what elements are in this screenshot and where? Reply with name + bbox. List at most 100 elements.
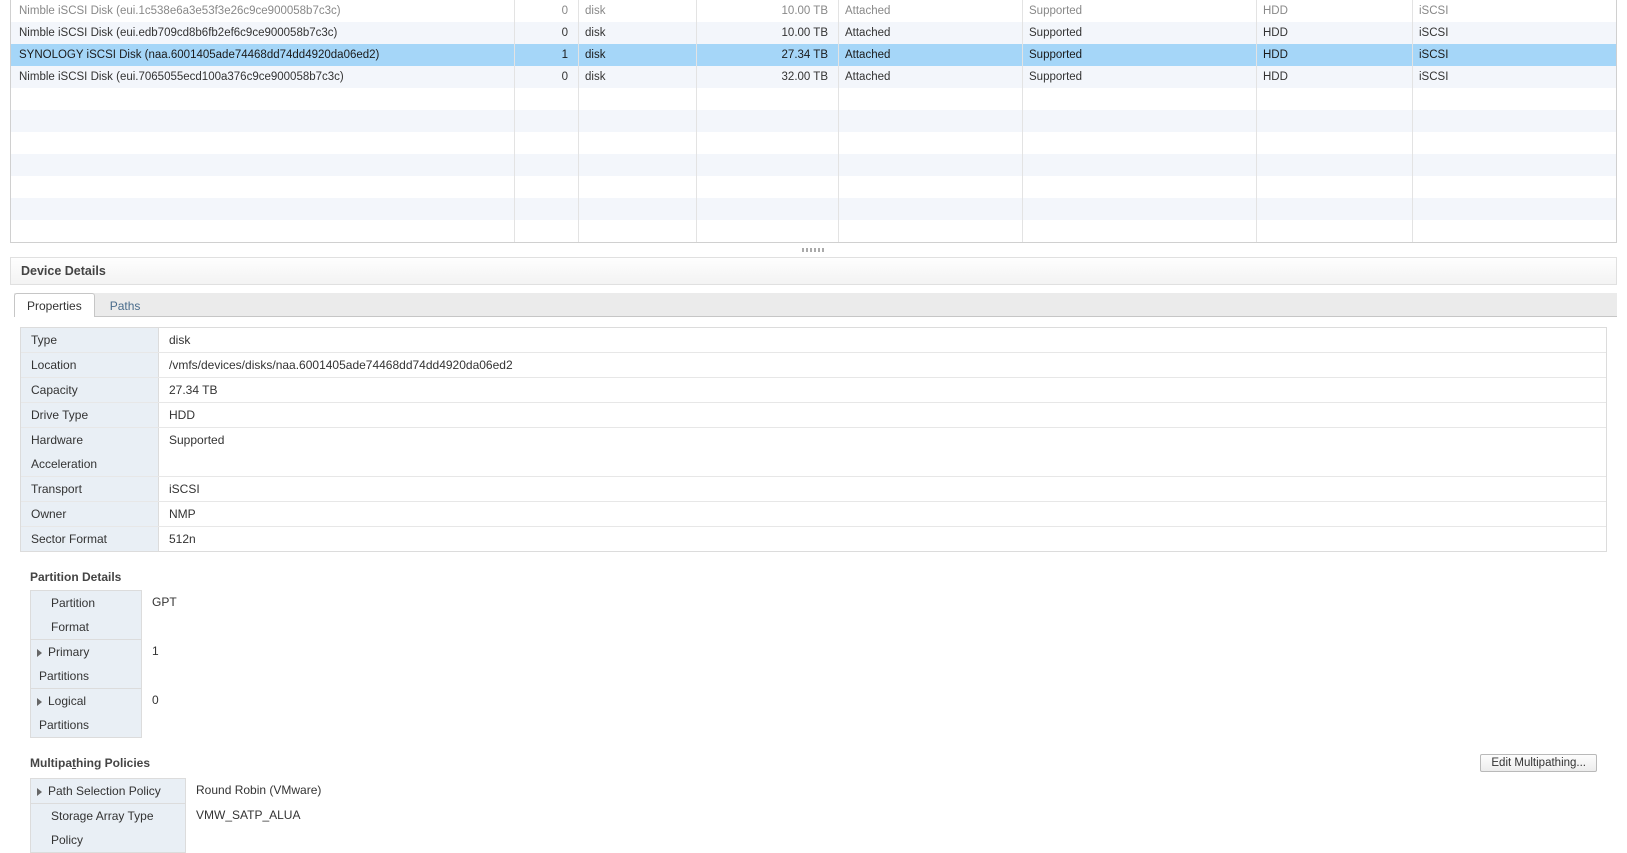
prop-value: iSCSI	[159, 477, 1606, 501]
prop-row: Typedisk	[21, 328, 1606, 353]
empty-cell: .	[1257, 110, 1413, 132]
table-row[interactable]: SYNOLOGY iSCSI Disk (naa.6001405ade74468…	[11, 44, 1616, 66]
prop-label: Drive Type	[21, 403, 159, 427]
empty-cell: .	[1023, 88, 1257, 110]
empty-cell: .	[697, 220, 839, 242]
empty-cell: .	[839, 132, 1023, 154]
empty-cell: .	[1023, 110, 1257, 132]
partition-value: 0	[142, 688, 169, 738]
lun-cell: 0	[515, 0, 579, 22]
prop-value: Supported	[159, 428, 1606, 476]
hw-accel-cell: Supported	[1023, 44, 1257, 66]
empty-cell: .	[697, 88, 839, 110]
empty-cell: .	[839, 154, 1023, 176]
empty-cell: .	[839, 110, 1023, 132]
multipathing-table: Path Selection PolicyRound Robin (VMware…	[30, 778, 1597, 853]
type-cell: disk	[579, 22, 697, 44]
table-row[interactable]: Nimble iSCSI Disk (eui.edb709cd8b6fb2ef6…	[11, 22, 1616, 44]
empty-cell: .	[1413, 154, 1616, 176]
status-cell: Attached	[839, 66, 1023, 88]
chevron-right-icon[interactable]	[37, 788, 42, 796]
type-cell: disk	[579, 66, 697, 88]
partition-row[interactable]: Logical Partitions0	[30, 688, 1597, 738]
multipath-row: Storage Array Type PolicyVMW_SATP_ALUA	[30, 803, 1597, 853]
prop-value: HDD	[159, 403, 1606, 427]
device-name-cell: Nimble iSCSI Disk (eui.1c538e6a3e53f3e26…	[11, 0, 515, 22]
hw-accel-cell: Supported	[1023, 66, 1257, 88]
partition-details-title: Partition Details	[10, 566, 1617, 590]
type-cell: disk	[579, 0, 697, 22]
partition-value: 1	[142, 639, 169, 688]
tab-content-properties: TypediskLocation/vmfs/devices/disks/naa.…	[10, 317, 1617, 853]
capacity-cell: 10.00 TB	[697, 22, 839, 44]
chevron-right-icon[interactable]	[37, 649, 42, 657]
prop-value: 27.34 TB	[159, 378, 1606, 402]
prop-row: Sector Format512n	[21, 527, 1606, 551]
partition-row: Partition FormatGPT	[30, 590, 1597, 639]
details-tabs: Properties Paths	[14, 293, 1617, 317]
lun-cell: 0	[515, 66, 579, 88]
empty-cell: .	[1257, 154, 1413, 176]
drive-type-cell: HDD	[1257, 44, 1413, 66]
lun-cell: 1	[515, 44, 579, 66]
empty-cell: .	[1257, 198, 1413, 220]
device-details-title: Device Details	[10, 257, 1617, 285]
multipath-row[interactable]: Path Selection PolicyRound Robin (VMware…	[30, 778, 1597, 803]
empty-cell: .	[697, 176, 839, 198]
hw-accel-cell: Supported	[1023, 0, 1257, 22]
properties-table: TypediskLocation/vmfs/devices/disks/naa.…	[20, 327, 1607, 552]
grip-icon	[802, 248, 826, 252]
transport-cell: iSCSI	[1413, 66, 1616, 88]
empty-cell: .	[1413, 88, 1616, 110]
empty-cell: .	[839, 198, 1023, 220]
empty-cell: .	[1257, 220, 1413, 242]
empty-cell: .	[515, 88, 579, 110]
empty-cell: .	[839, 220, 1023, 242]
edit-multipathing-button[interactable]: Edit Multipathing...	[1480, 754, 1597, 772]
type-cell: disk	[579, 44, 697, 66]
multipath-label: Path Selection Policy	[30, 778, 186, 803]
empty-cell: .	[11, 198, 515, 220]
prop-label: Location	[21, 353, 159, 377]
tab-properties[interactable]: Properties	[14, 293, 95, 317]
empty-cell: .	[1413, 132, 1616, 154]
multipath-label: Storage Array Type Policy	[30, 803, 186, 853]
prop-label: Owner	[21, 502, 159, 526]
partition-label: Logical Partitions	[30, 688, 142, 738]
device-grid[interactable]: Nimble iSCSI Disk (eui.1c538e6a3e53f3e26…	[10, 0, 1617, 243]
multipath-value: VMW_SATP_ALUA	[186, 803, 310, 853]
empty-cell: .	[515, 110, 579, 132]
partition-details-table: Partition FormatGPTPrimary Partitions1Lo…	[30, 590, 1597, 738]
pane-resize-handle[interactable]	[10, 243, 1617, 257]
empty-cell: .	[515, 154, 579, 176]
transport-cell: iSCSI	[1413, 44, 1616, 66]
empty-cell: .	[515, 132, 579, 154]
empty-cell: .	[1023, 198, 1257, 220]
chevron-right-icon[interactable]	[37, 698, 42, 706]
table-row[interactable]: Nimble iSCSI Disk (eui.1c538e6a3e53f3e26…	[11, 0, 1616, 22]
empty-cell: .	[1257, 88, 1413, 110]
capacity-cell: 32.00 TB	[697, 66, 839, 88]
table-row-empty: ........	[11, 132, 1616, 154]
empty-cell: .	[697, 154, 839, 176]
status-cell: Attached	[839, 44, 1023, 66]
prop-row: Hardware AccelerationSupported	[21, 428, 1606, 477]
partition-row[interactable]: Primary Partitions1	[30, 639, 1597, 688]
drive-type-cell: HDD	[1257, 0, 1413, 22]
device-name-cell: SYNOLOGY iSCSI Disk (naa.6001405ade74468…	[11, 44, 515, 66]
empty-cell: .	[1413, 198, 1616, 220]
partition-label: Partition Format	[30, 590, 142, 639]
device-name-cell: Nimble iSCSI Disk (eui.7065055ecd100a376…	[11, 66, 515, 88]
table-row[interactable]: Nimble iSCSI Disk (eui.7065055ecd100a376…	[11, 66, 1616, 88]
empty-cell: .	[579, 110, 697, 132]
multipathing-title: Multipathing Policies	[30, 756, 150, 770]
tab-paths[interactable]: Paths	[97, 293, 154, 317]
empty-cell: .	[697, 198, 839, 220]
empty-cell: .	[11, 176, 515, 198]
capacity-cell: 10.00 TB	[697, 0, 839, 22]
empty-cell: .	[515, 220, 579, 242]
empty-cell: .	[515, 198, 579, 220]
empty-cell: .	[1023, 220, 1257, 242]
prop-value: NMP	[159, 502, 1606, 526]
multipathing-title-row: Multipathing Policies Edit Multipathing.…	[10, 750, 1617, 778]
